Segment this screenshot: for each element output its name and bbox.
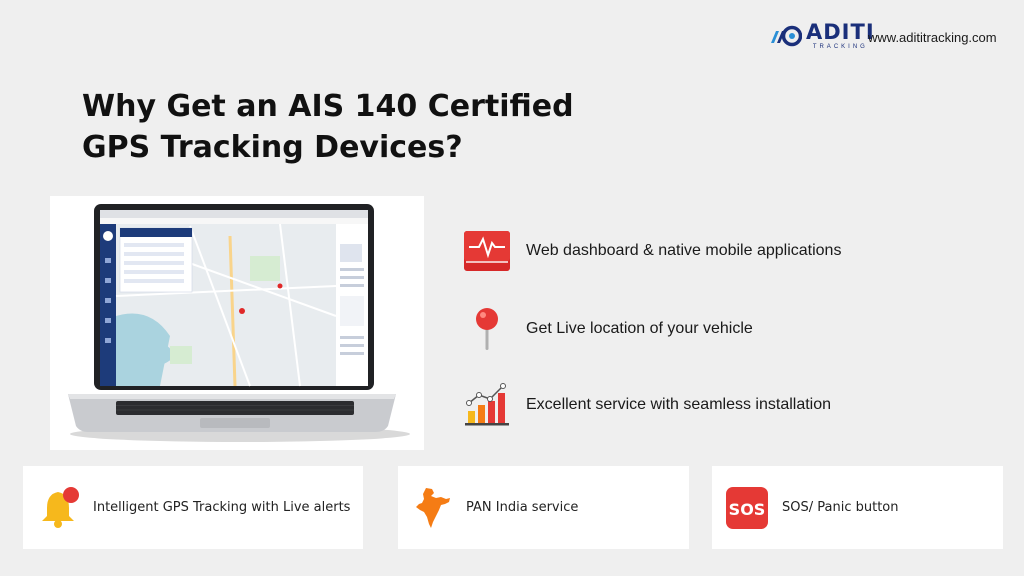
brand-name: ADITI <box>806 20 875 44</box>
laptop-illustration <box>68 204 410 442</box>
sos-icon: SOS <box>724 485 770 531</box>
sos-label: SOS <box>729 500 766 519</box>
feature-text: Web dashboard & native mobile applicatio… <box>526 242 842 259</box>
title-line-2: GPS Tracking Devices? <box>82 130 463 165</box>
logo-mark-icon <box>771 25 802 47</box>
card-live-alerts: Intelligent GPS Tracking with Live alert… <box>23 466 363 549</box>
laptop-dashboard-image <box>50 196 424 450</box>
card-pan-india: PAN India service <box>398 466 689 549</box>
india-map-icon <box>410 485 456 531</box>
bell-alert-icon <box>37 485 83 531</box>
card-text: Intelligent GPS Tracking with Live alert… <box>93 500 351 515</box>
brand-tagline: TRACKING <box>812 44 868 50</box>
title-line-1: Why Get an AIS 140 Certified <box>82 89 574 124</box>
page-title: Why Get an AIS 140 Certified GPS Trackin… <box>82 86 602 168</box>
card-sos: SOS SOS/ Panic button <box>712 466 1003 549</box>
monitor-pulse-icon <box>462 228 512 274</box>
card-text: SOS/ Panic button <box>782 500 899 515</box>
brand-logo[interactable]: ADITI TRACKING <box>768 22 875 50</box>
bar-chart-icon <box>462 382 512 428</box>
feature-live-location: Get Live location of your vehicle <box>462 306 753 352</box>
feature-text: Excellent service with seamless installa… <box>526 396 832 413</box>
feature-installation: Excellent service with seamless installa… <box>462 382 831 428</box>
location-pin-icon <box>462 306 512 352</box>
feature-text: Get Live location of your vehicle <box>526 320 753 337</box>
card-text: PAN India service <box>466 500 579 515</box>
website-link[interactable]: www.adititracking.com <box>868 30 997 45</box>
feature-web-dashboard: Web dashboard & native mobile applicatio… <box>462 228 841 274</box>
